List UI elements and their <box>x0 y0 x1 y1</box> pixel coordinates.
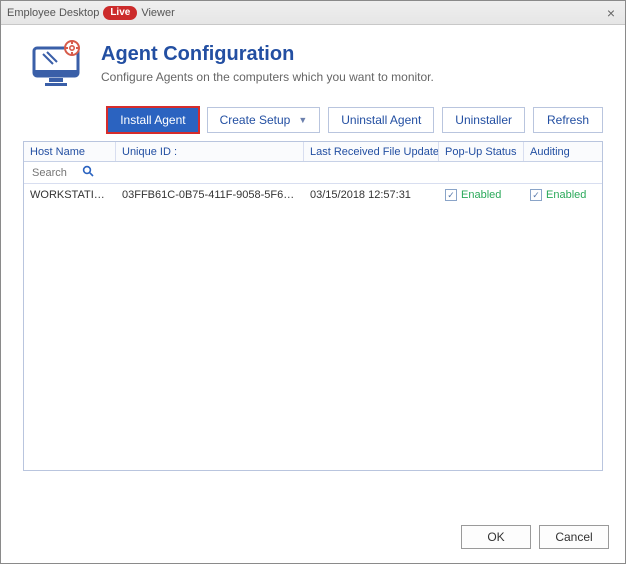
monitor-gear-icon <box>29 39 87 91</box>
cancel-button[interactable]: Cancel <box>539 525 609 549</box>
cell-last-update: 03/15/2018 12:57:31 <box>304 189 439 201</box>
page-title: Agent Configuration <box>101 43 434 66</box>
chevron-down-icon: ▼ <box>298 115 307 125</box>
titlebar: Employee Desktop Live Viewer × <box>1 1 625 25</box>
col-popup[interactable]: Pop-Up Status <box>439 142 524 161</box>
auditing-status-label: Enabled <box>546 189 586 201</box>
table-row[interactable]: WORKSTATION-... 03FFB61C-0B75-411F-9058-… <box>24 184 602 206</box>
col-unique-id[interactable]: Unique ID : <box>116 142 304 161</box>
popup-status-label: Enabled <box>461 189 501 201</box>
cell-unique-id: 03FFB61C-0B75-411F-9058-5F6A4A30... <box>116 189 304 201</box>
auditing-checkbox[interactable]: ✓ <box>530 189 542 201</box>
uninstaller-button[interactable]: Uninstaller <box>442 107 525 133</box>
grid-header: Host Name Unique ID : Last Received File… <box>24 142 602 162</box>
popup-checkbox[interactable]: ✓ <box>445 189 457 201</box>
agent-grid: Host Name Unique ID : Last Received File… <box>23 141 603 471</box>
col-last-update[interactable]: Last Received File Update <box>304 142 439 161</box>
header-text: Agent Configuration Configure Agents on … <box>101 39 434 84</box>
page-subtitle: Configure Agents on the computers which … <box>101 70 434 84</box>
header: Agent Configuration Configure Agents on … <box>1 25 625 101</box>
create-setup-button[interactable]: Create Setup ▼ <box>207 107 321 133</box>
search-icon[interactable] <box>82 165 94 180</box>
grid-search-row <box>24 162 602 184</box>
close-icon[interactable]: × <box>603 5 619 21</box>
col-auditing[interactable]: Auditing <box>524 142 594 161</box>
ok-button[interactable]: OK <box>461 525 531 549</box>
app-title-suffix: Viewer <box>141 7 174 19</box>
cell-popup: ✓ Enabled <box>439 189 524 201</box>
footer: OK Cancel <box>1 513 625 563</box>
refresh-button[interactable]: Refresh <box>533 107 603 133</box>
app-title-prefix: Employee Desktop <box>7 7 99 19</box>
uninstall-agent-button[interactable]: Uninstall Agent <box>328 107 434 133</box>
dialog-window: Employee Desktop Live Viewer × Agent Con <box>0 0 626 564</box>
install-agent-button[interactable]: Install Agent <box>107 107 198 133</box>
search-input[interactable] <box>30 166 78 180</box>
col-host[interactable]: Host Name <box>24 142 116 161</box>
search-cell <box>24 162 116 183</box>
cell-auditing: ✓ Enabled <box>524 189 594 201</box>
create-setup-label: Create Setup <box>220 113 291 127</box>
toolbar: Install Agent Create Setup ▼ Uninstall A… <box>1 101 625 141</box>
live-badge: Live <box>103 6 137 20</box>
cell-host: WORKSTATION-... <box>24 189 116 201</box>
